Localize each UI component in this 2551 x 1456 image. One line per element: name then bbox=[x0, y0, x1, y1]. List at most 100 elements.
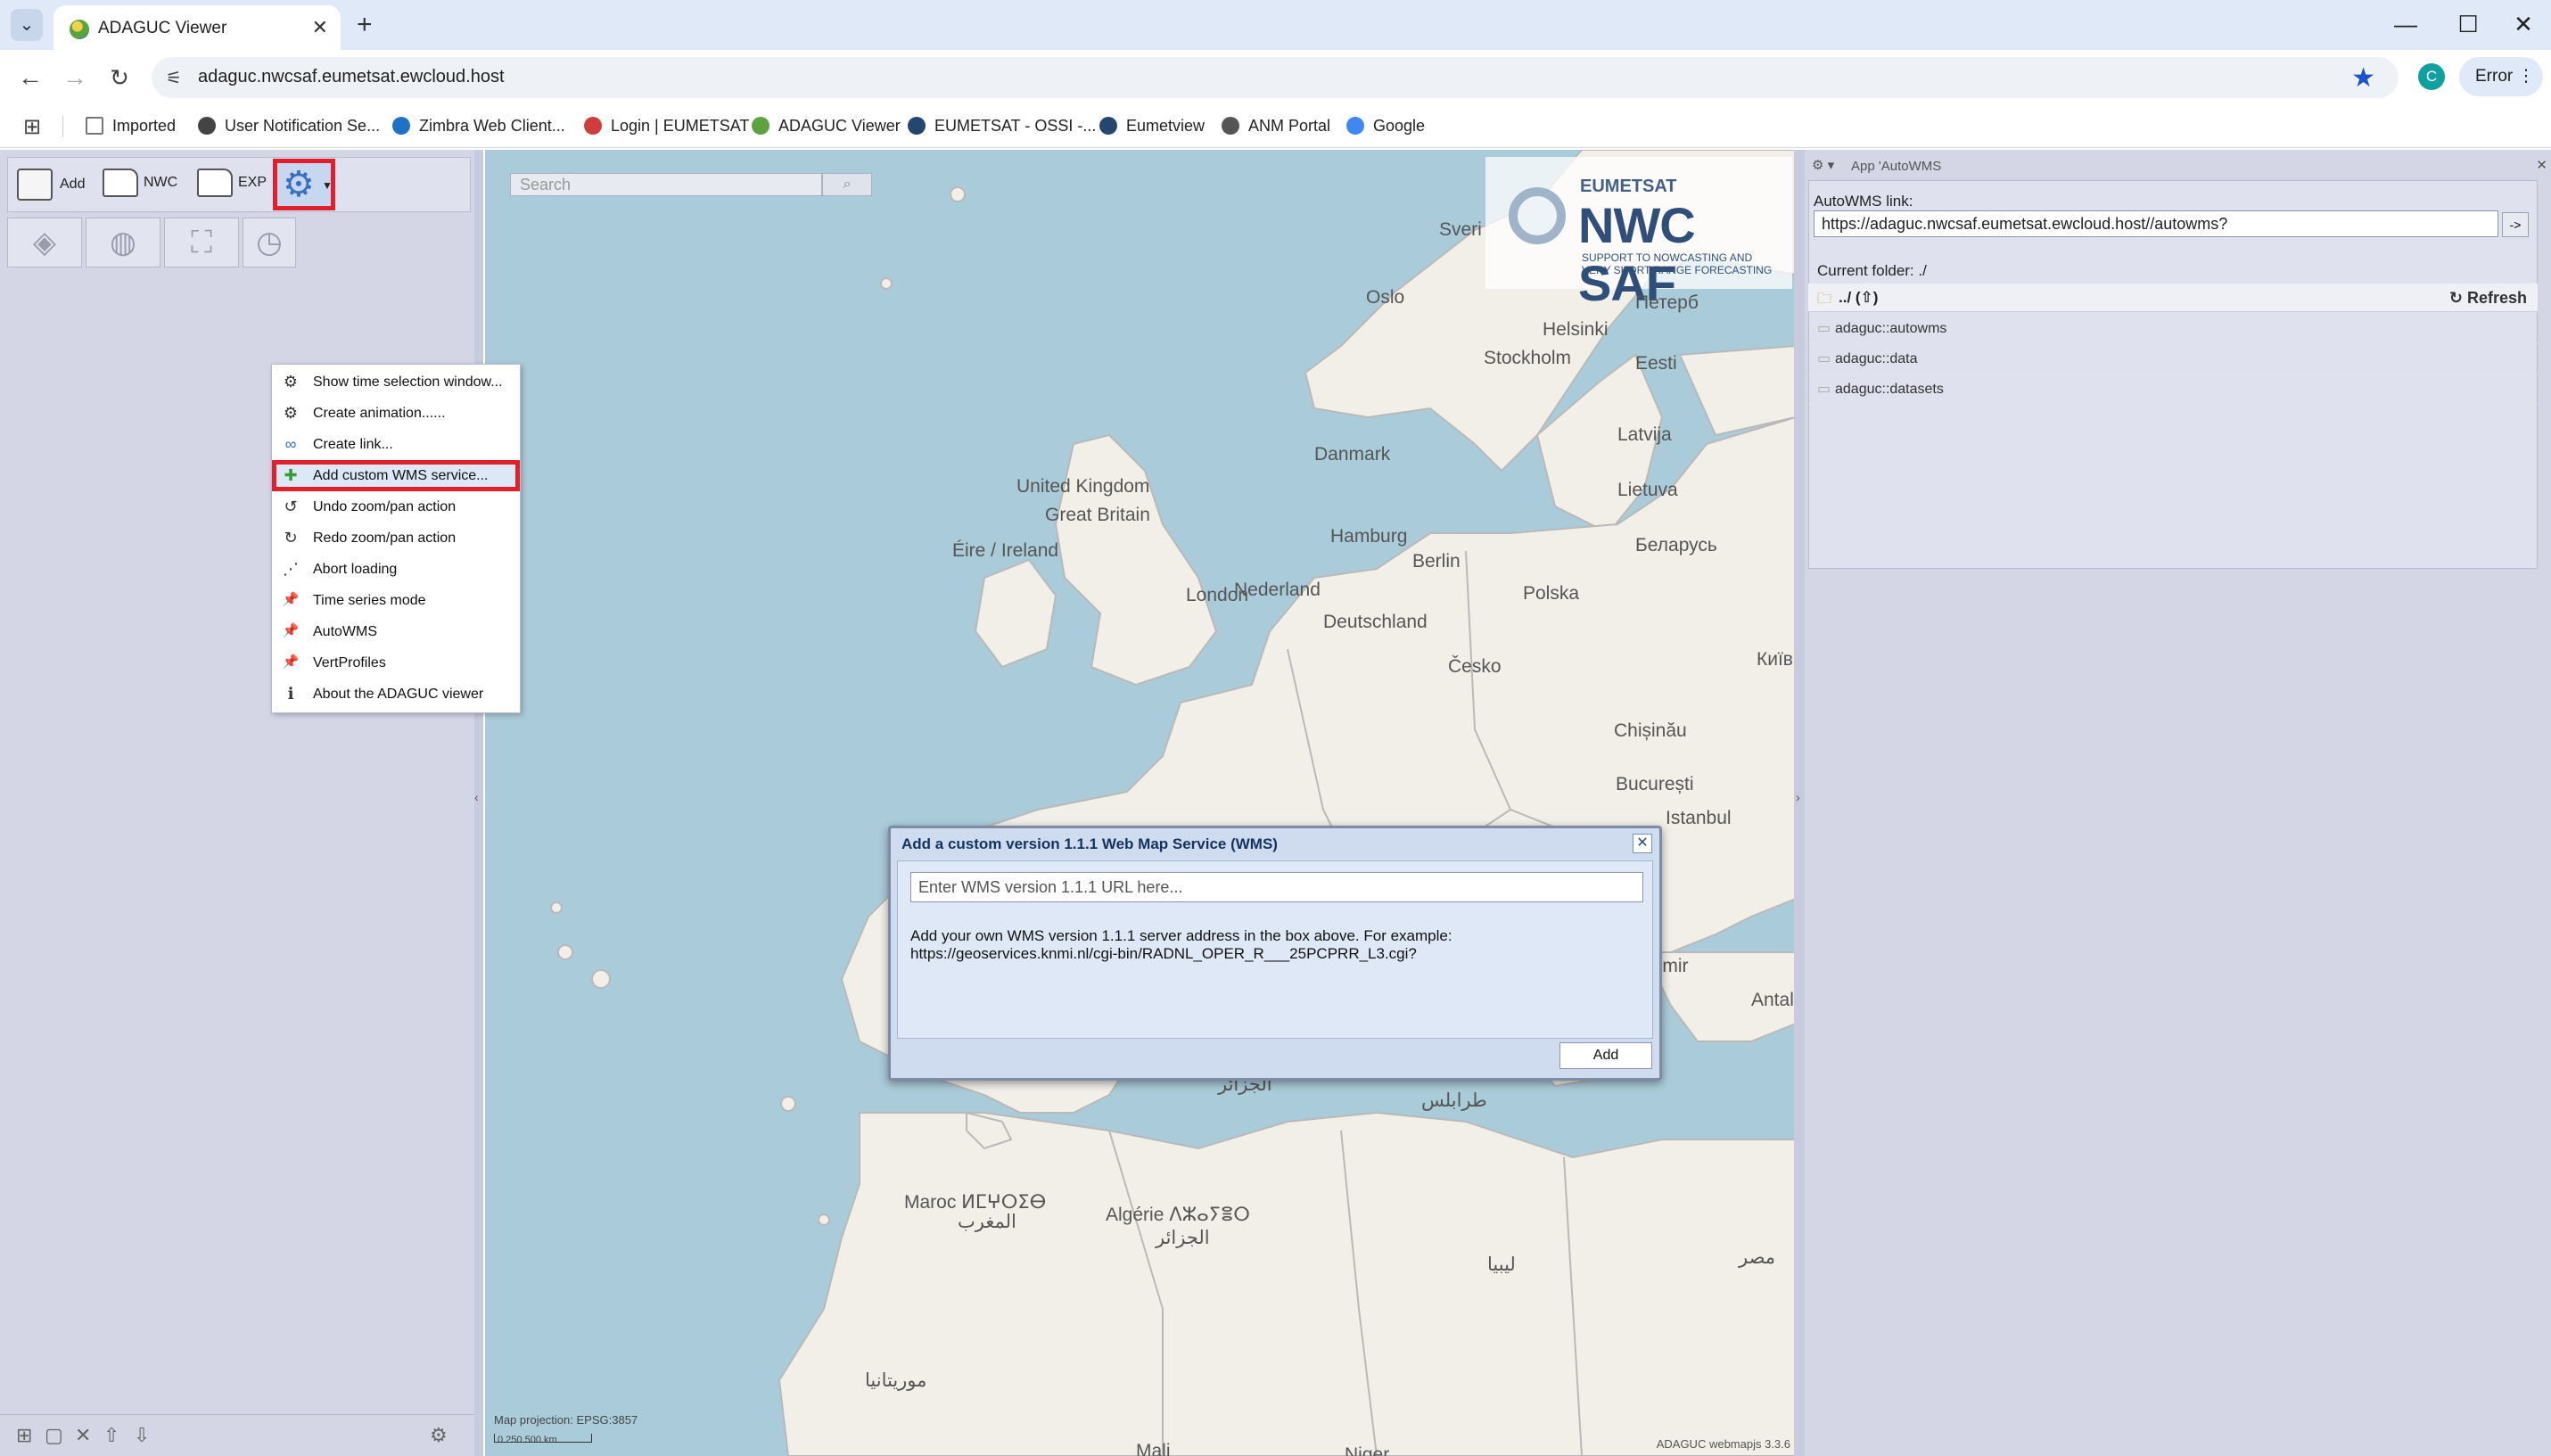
menu-item-label: AutoWMS bbox=[313, 624, 378, 639]
map-view[interactable]: Search ⌕ EUMETSAT NWC SAF SUPPORT TO NOW… bbox=[485, 150, 1796, 1456]
browser-tab[interactable]: ADAGUC Viewer ✕ bbox=[53, 5, 341, 50]
maximize-icon[interactable]: ☐ bbox=[2441, 7, 2495, 41]
settings-menu-button[interactable]: ⚙ ▼ bbox=[273, 159, 335, 210]
site-settings-icon[interactable]: ⚟ bbox=[166, 67, 182, 89]
bookmark-item[interactable]: Eumetview bbox=[1099, 117, 1205, 136]
menu-item[interactable]: ⋰ Abort loading bbox=[272, 554, 520, 585]
error-menu-button[interactable]: Error ⋮ bbox=[2459, 57, 2543, 96]
folder-open-icon: 🗀 bbox=[1817, 292, 1832, 307]
dialog-close-icon[interactable]: ✕ bbox=[1633, 834, 1652, 853]
bookmark-item[interactable]: Login | EUMETSAT bbox=[584, 117, 749, 136]
square-icon[interactable]: ▢ bbox=[45, 1424, 63, 1447]
panel-close-icon[interactable]: ✕ bbox=[2536, 157, 2547, 173]
right-splitter[interactable]: › bbox=[1794, 150, 1805, 1456]
delete-icon[interactable]: ✕ bbox=[75, 1424, 91, 1447]
layers-icon[interactable]: ◈ bbox=[7, 218, 82, 267]
folder-icon bbox=[103, 169, 138, 197]
caret-down-icon: ▼ bbox=[322, 179, 333, 192]
menu-item[interactable]: ↺ Undo zoom/pan action bbox=[272, 491, 520, 522]
menu-item[interactable]: ⚙ Show time selection window... bbox=[272, 366, 520, 398]
bookmark-item[interactable]: Zimbra Web Client... bbox=[392, 117, 565, 136]
map-place-label: Istanbul bbox=[1666, 808, 1732, 828]
add-small-icon[interactable]: ⊞ bbox=[16, 1424, 32, 1447]
refresh-button[interactable]: ↻ Refresh bbox=[2449, 289, 2527, 308]
nwc-folder-button[interactable]: NWC bbox=[103, 169, 177, 197]
bookmark-star-icon[interactable]: ★ bbox=[2351, 62, 2375, 94]
globe-icon[interactable]: ◍ bbox=[86, 218, 160, 267]
bookmark-item[interactable]: User Notification Se... bbox=[198, 117, 380, 136]
map-place-label: Lietuva bbox=[1617, 480, 1678, 500]
autowms-link-input[interactable]: https://adaguc.nwcsaf.eumetsat.ewcloud.h… bbox=[1814, 210, 2498, 237]
eumetsat-disc-icon bbox=[1509, 187, 1566, 244]
map-place-label: Éire / Ireland bbox=[952, 540, 1059, 561]
panel-gear-icon[interactable]: ⚙ ▾ bbox=[1812, 157, 1834, 173]
left-bottom-toolbar: ⊞ ▢ ✕ ⇧ ⇩ ⚙ bbox=[0, 1414, 481, 1456]
menu-item[interactable]: ℹ About the ADAGUC viewer bbox=[272, 679, 520, 710]
apps-grid-icon[interactable]: ⊞ bbox=[23, 114, 41, 140]
map-icon[interactable]: ⛶ bbox=[164, 218, 239, 267]
map-place-label: مصر bbox=[1739, 1247, 1776, 1268]
folder-icon: ▭ bbox=[1817, 351, 1831, 366]
tab-search-chevron-icon[interactable]: ⌄ bbox=[11, 9, 43, 41]
map-place-label: București bbox=[1616, 774, 1694, 794]
menu-item[interactable]: ∞ Create link... bbox=[272, 429, 520, 460]
bookmark-item[interactable]: ADAGUC Viewer bbox=[752, 117, 901, 136]
wms-url-input[interactable] bbox=[910, 872, 1643, 902]
new-tab-icon[interactable]: + bbox=[357, 9, 373, 41]
minimize-icon[interactable]: — bbox=[2379, 7, 2432, 41]
menu-item[interactable]: ⚙ Create animation...... bbox=[272, 398, 520, 429]
settings-small-icon[interactable]: ⚙ bbox=[430, 1424, 448, 1447]
back-icon[interactable]: ← bbox=[12, 61, 48, 95]
autowms-link-label: AutoWMS link: bbox=[1814, 193, 1913, 210]
bookmark-item[interactable]: EUMETSAT - OSSI -... bbox=[908, 117, 1096, 136]
logo-subtitle: SUPPORT TO NOWCASTING AND VERY SHORT RANG… bbox=[1582, 251, 1778, 276]
nwcsaf-logo: EUMETSAT NWC SAF SUPPORT TO NOWCASTING A… bbox=[1485, 157, 1792, 311]
map-basemap bbox=[550, 150, 1796, 1456]
map-place-label: Niger bbox=[1345, 1444, 1390, 1456]
menu-item[interactable]: ↻ Redo zoom/pan action bbox=[272, 522, 520, 554]
tab-close-icon[interactable]: ✕ bbox=[312, 16, 328, 39]
exp-folder-button[interactable]: EXP bbox=[197, 169, 267, 197]
profile-avatar[interactable]: C bbox=[2418, 63, 2445, 90]
redo-icon: ↻ bbox=[284, 529, 298, 547]
map-search-button[interactable]: ⌕ bbox=[822, 173, 872, 196]
scale-label: 0 250 500 km bbox=[498, 1435, 557, 1445]
folder-list-item[interactable]: ▭ adaguc::autowms bbox=[1808, 314, 2538, 344]
reload-icon[interactable]: ↻ bbox=[102, 61, 137, 95]
map-place-label: Sveri bbox=[1439, 219, 1482, 240]
address-bar[interactable]: ⚟ adaguc.nwcsaf.eumetsat.ewcloud.host ★ bbox=[152, 57, 2399, 98]
folder-item-label: adaguc::data bbox=[1835, 351, 1918, 366]
parent-folder-row[interactable]: 🗀 ../ (⇧) ↻ Refresh bbox=[1808, 284, 2538, 312]
dialog-add-button[interactable]: Add bbox=[1559, 1042, 1652, 1069]
bookmark-item[interactable]: Imported bbox=[86, 117, 176, 136]
menu-item[interactable]: 📌 AutoWMS bbox=[272, 616, 520, 647]
collapse-arrow-icon[interactable]: ‹ bbox=[474, 790, 479, 804]
expand-arrow-icon[interactable]: › bbox=[1796, 790, 1800, 804]
bookmarks-divider bbox=[62, 116, 63, 137]
bookmark-item[interactable]: ANM Portal bbox=[1222, 117, 1330, 136]
exp-label: EXP bbox=[238, 175, 267, 191]
folder-list-item[interactable]: ▭ adaguc::datasets bbox=[1808, 374, 2538, 405]
menu-item[interactable]: ✚ Add custom WMS service... bbox=[272, 460, 520, 491]
forward-icon[interactable]: → bbox=[57, 61, 93, 95]
autowms-go-button[interactable]: -> bbox=[2502, 212, 2529, 237]
bookmark-item[interactable]: Google bbox=[1346, 117, 1425, 136]
clock-icon[interactable]: ◷ bbox=[243, 218, 296, 267]
folder-list-item[interactable]: ▭ adaguc::data bbox=[1808, 344, 2538, 374]
menu-item[interactable]: 📌 Time series mode bbox=[272, 585, 520, 616]
move-up-icon[interactable]: ⇧ bbox=[103, 1424, 119, 1447]
add-layer-button[interactable]: Add bbox=[17, 169, 85, 201]
add-label: Add bbox=[60, 177, 86, 193]
map-place-label: Петерб bbox=[1635, 292, 1699, 313]
map-search-input[interactable]: Search bbox=[510, 173, 822, 196]
map-place-label: Eesti bbox=[1635, 353, 1677, 374]
left-toolbar: Add NWC EXP bbox=[7, 157, 471, 212]
map-place-label: ليبيا bbox=[1487, 1254, 1516, 1275]
menu-item[interactable]: 📌 VertProfiles bbox=[272, 647, 520, 679]
window-close-icon[interactable]: ✕ bbox=[2497, 7, 2550, 41]
current-folder-label: Current folder: ./ bbox=[1817, 262, 1927, 279]
left-splitter[interactable]: ‹ bbox=[474, 150, 483, 1456]
move-down-icon[interactable]: ⇩ bbox=[134, 1424, 150, 1447]
map-place-label: المغرب bbox=[958, 1212, 1016, 1232]
pin-icon: 📌 bbox=[282, 654, 300, 670]
